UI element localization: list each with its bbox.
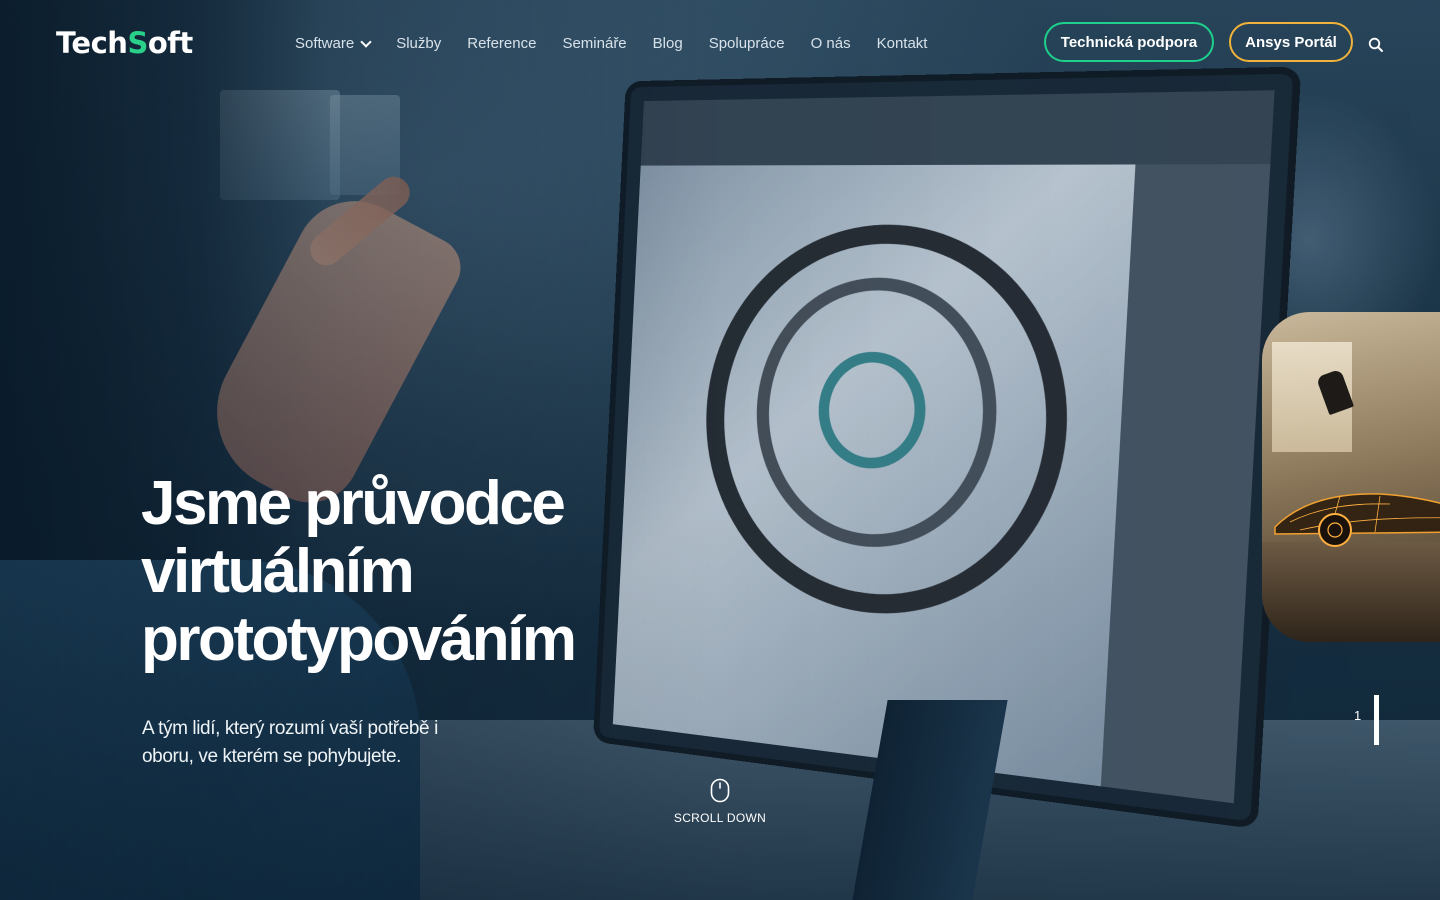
logo-text: oft bbox=[147, 26, 193, 60]
nav-item-o-nas[interactable]: O nás bbox=[811, 35, 851, 52]
nav-item-label: Software bbox=[295, 35, 355, 52]
ansys-portal-button[interactable]: Ansys Portál bbox=[1229, 22, 1353, 62]
search-icon[interactable] bbox=[1368, 37, 1384, 53]
nav-item-reference[interactable]: Reference bbox=[467, 35, 536, 52]
hero-headline: Jsme průvodce virtuálním prototypováním bbox=[141, 469, 577, 674]
techsoft-logo[interactable]: TechSoft bbox=[56, 26, 193, 60]
chevron-down-icon bbox=[360, 35, 372, 48]
next-slide-thumbnail[interactable] bbox=[1262, 312, 1440, 642]
mouse-icon bbox=[710, 778, 730, 803]
slide-number: 1 bbox=[1354, 708, 1362, 723]
nav-item-seminare[interactable]: Semináře bbox=[562, 35, 626, 52]
scroll-down-button[interactable]: SCROLL DOWN bbox=[660, 778, 780, 825]
site-header: TechSoft Software Služby Reference Semin… bbox=[0, 0, 1440, 90]
hero-subline: A tým lidí, který rozumí vaší potřebě i … bbox=[142, 718, 438, 767]
technical-support-button[interactable]: Technická podpora bbox=[1044, 22, 1214, 62]
wireframe-car-image bbox=[1274, 493, 1440, 547]
nav-item-spoluprace[interactable]: Spolupráce bbox=[709, 35, 785, 52]
logo-text: Tech bbox=[56, 26, 128, 60]
nav-item-blog[interactable]: Blog bbox=[653, 35, 683, 52]
scroll-down-label: SCROLL DOWN bbox=[673, 811, 767, 825]
thumbnail-desk-image bbox=[1262, 542, 1440, 642]
main-nav: Software Služby Reference Semináře Blog … bbox=[295, 35, 953, 52]
nav-item-sluzby[interactable]: Služby bbox=[396, 35, 441, 52]
logo-s-mark: S bbox=[127, 26, 148, 60]
nav-item-software[interactable]: Software bbox=[295, 35, 372, 52]
slide-indicator-bar[interactable] bbox=[1374, 695, 1379, 745]
nav-item-kontakt[interactable]: Kontakt bbox=[877, 35, 928, 52]
hero-section: TechSoft Software Služby Reference Semin… bbox=[0, 0, 1440, 900]
